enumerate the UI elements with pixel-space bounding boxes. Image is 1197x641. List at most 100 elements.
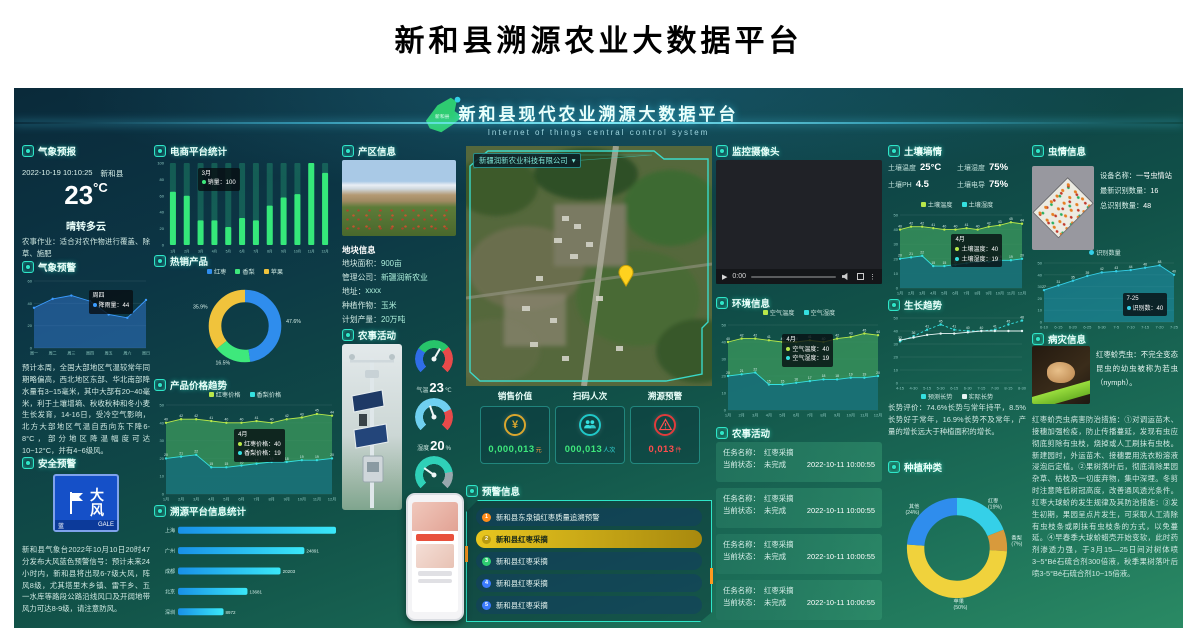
svg-text:7月: 7月 xyxy=(807,413,813,418)
svg-text:50: 50 xyxy=(722,323,727,328)
svg-text:40: 40 xyxy=(976,224,980,228)
svg-text:21: 21 xyxy=(179,451,183,455)
svg-text:7月: 7月 xyxy=(253,250,258,254)
fullscreen-icon[interactable] xyxy=(857,273,864,280)
panel-icon xyxy=(154,255,166,267)
svg-text:40: 40 xyxy=(726,337,730,341)
svg-text:45: 45 xyxy=(1007,319,1011,323)
svg-text:2月: 2月 xyxy=(178,497,184,502)
svg-text:10: 10 xyxy=(1038,308,1043,313)
warning-row[interactable]: 3新和县红枣采摘 xyxy=(476,552,702,570)
warning-row[interactable]: 4新和县红枣采摘 xyxy=(476,574,702,592)
monthly-sales-bar-chart[interactable]: 0204060801001月2月3月4月5月6月7月8月9月10月11月12月3… xyxy=(154,158,336,254)
warning-row[interactable]: 2新和县红枣采摘 xyxy=(476,530,702,548)
svg-text:43: 43 xyxy=(998,220,1002,224)
legend-item[interactable]: 香梨 xyxy=(235,267,254,276)
hot-products-legend: 红枣香梨 苹果 xyxy=(154,267,336,276)
task-card[interactable]: 任务名称：红枣采摘 当前状态：未完成2022-10-11 10:00:55 xyxy=(716,442,882,482)
svg-text:40: 40 xyxy=(966,326,970,330)
svg-text:20: 20 xyxy=(1020,254,1024,258)
svg-text:41: 41 xyxy=(965,223,969,227)
legend-item[interactable]: 空气湿度 xyxy=(804,308,836,317)
video-player[interactable]: ▶ 0:00 ⋮ xyxy=(716,160,882,284)
svg-text:20: 20 xyxy=(876,371,880,375)
panel-title: 虫情信息 xyxy=(1048,144,1086,158)
legend-item[interactable]: 红枣 xyxy=(207,267,226,276)
warning-list-panel: 预警信息 1新和县东泉镇红枣质量追溯预警 2新和县红枣采摘 3新和县红枣采摘 4… xyxy=(466,484,712,624)
growth-line-chart[interactable]: 010203040504-154-305-155-306-156-307-157… xyxy=(888,311,1026,391)
svg-text:1月: 1月 xyxy=(897,291,903,296)
gale-code: GALE xyxy=(98,522,114,528)
svg-text:10: 10 xyxy=(894,368,899,373)
panel-icon xyxy=(1032,145,1044,157)
city-views-hbar-chart[interactable]: 上海广州24891成都20203北京13681深圳8972 xyxy=(154,520,336,622)
panel-icon xyxy=(1032,333,1044,345)
satellite-map-panel: 新疆润新农业科技有限公司▾ xyxy=(466,146,712,386)
panel-title: 预警信息 xyxy=(482,484,520,498)
satellite-map[interactable] xyxy=(466,146,712,386)
ecommerce-stats-panel: 电商平台统计 0204060801001月2月3月4月5月6月7月8月9月10月… xyxy=(154,144,336,254)
legend-item[interactable]: 空气温度 xyxy=(763,308,795,317)
svg-text:41: 41 xyxy=(993,325,997,329)
panel-title: 气象预警 xyxy=(38,260,76,274)
svg-text:20: 20 xyxy=(330,453,334,457)
svg-text:40: 40 xyxy=(894,329,899,334)
task-card[interactable]: 任务名称：红枣采摘 当前状态：未完成2022-10-11 10:00:55 xyxy=(716,580,882,620)
panel-icon xyxy=(888,145,900,157)
svg-text:50: 50 xyxy=(1038,261,1043,266)
svg-text:5月: 5月 xyxy=(941,291,947,296)
plot-field: 管理公司：新疆润新农业 xyxy=(342,272,428,283)
volume-icon[interactable] xyxy=(841,272,852,281)
svg-text:60: 60 xyxy=(160,193,165,198)
svg-text:40: 40 xyxy=(270,418,274,422)
hot-products-donut-chart[interactable]: 47.6%16.5%35.9% xyxy=(154,276,336,376)
more-icon[interactable]: ⋮ xyxy=(869,273,876,281)
warning-row[interactable]: 5新和县红枣采摘 xyxy=(476,596,702,614)
gale-text: 大风 xyxy=(90,488,106,517)
play-button[interactable]: ▶ xyxy=(722,273,727,281)
svg-text:10月: 10月 xyxy=(294,250,301,254)
dashboard: 新和县 新和县现代农业溯源大数据平台 Internet of things ce… xyxy=(14,88,1183,628)
alert-icon xyxy=(654,414,676,436)
svg-text:20: 20 xyxy=(164,453,168,457)
svg-text:7-15: 7-15 xyxy=(1141,325,1150,330)
svg-text:50: 50 xyxy=(160,403,165,408)
soil-chart[interactable]: 010203040501月2月3月4月5月6月7月8月9月10月11月12月40… xyxy=(888,208,1026,296)
svg-text:20: 20 xyxy=(894,355,899,360)
list-accent xyxy=(710,568,713,584)
weather-forecast-panel: 气象预报 2022-10-19 10:10:25新和县 23°C 晴转多云 农事… xyxy=(22,144,150,260)
legend-item[interactable]: 实际长势 xyxy=(962,392,994,401)
svg-text:18: 18 xyxy=(822,374,826,378)
svg-text:苹果(50%): 苹果(50%) xyxy=(954,597,968,611)
svg-text:40: 40 xyxy=(954,224,958,228)
video-progress-bar[interactable] xyxy=(751,276,836,278)
svg-text:47.6%: 47.6% xyxy=(286,319,301,325)
production-area-panel: 产区信息 地块信息 地块面积：900亩 管理公司：新疆润新农业 地址：xxxx … xyxy=(342,144,464,330)
svg-text:8月: 8月 xyxy=(975,291,981,296)
orchard-photo xyxy=(342,160,456,236)
task-card[interactable]: 任务名称：红枣采摘 当前状态：未完成2022-10-11 10:00:55 xyxy=(716,534,882,574)
svg-text:42: 42 xyxy=(920,221,924,225)
weather-condition: 晴转多云 xyxy=(22,218,150,233)
company-select[interactable]: 新疆润新农业科技有限公司▾ xyxy=(473,153,581,168)
rainfall-chart[interactable]: 0204060周一周二周三周四周五周六周日周四降雨量：44 xyxy=(22,274,150,356)
legend-item[interactable]: 苹果 xyxy=(264,267,283,276)
svg-text:8月: 8月 xyxy=(269,497,275,502)
environment-chart[interactable]: 010203040501月2月3月4月5月6月7月8月9月10月11月12月40… xyxy=(716,318,882,418)
svg-text:30: 30 xyxy=(160,438,165,443)
plant-types-donut-chart[interactable]: 红枣(19%)香梨(7%)苹果(50%)其他(24%) xyxy=(888,474,1026,622)
mobile-app-preview xyxy=(406,493,464,621)
svg-text:36: 36 xyxy=(912,331,916,335)
price-trend-chart[interactable]: 010203040501月2月3月4月5月6月7月8月9月10月11月12月40… xyxy=(154,398,336,502)
camera-panel: 监控摄像头 ▶ 0:00 ⋮ xyxy=(716,144,882,296)
pest-count-chart[interactable]: 010203040506-106-156-206-256-307-57-107-… xyxy=(1032,256,1178,330)
pest-info-panel: 虫情信息 设备名称：一号虫情站 最新识别数量：16 总识别数量：48 识别数量 … xyxy=(1032,144,1178,332)
panel-title: 农事活动 xyxy=(358,328,396,342)
warning-row[interactable]: 1新和县东泉镇红枣质量追溯预警 xyxy=(476,508,702,526)
task-card[interactable]: 任务名称：红枣采摘 当前状态：未完成2022-10-11 10:00:55 xyxy=(716,488,882,528)
svg-text:30: 30 xyxy=(722,357,727,362)
svg-text:9月: 9月 xyxy=(986,291,992,296)
svg-text:27: 27 xyxy=(1042,285,1046,289)
svg-text:3月: 3月 xyxy=(198,250,203,254)
legend-item[interactable]: 预测长势 xyxy=(921,392,953,401)
